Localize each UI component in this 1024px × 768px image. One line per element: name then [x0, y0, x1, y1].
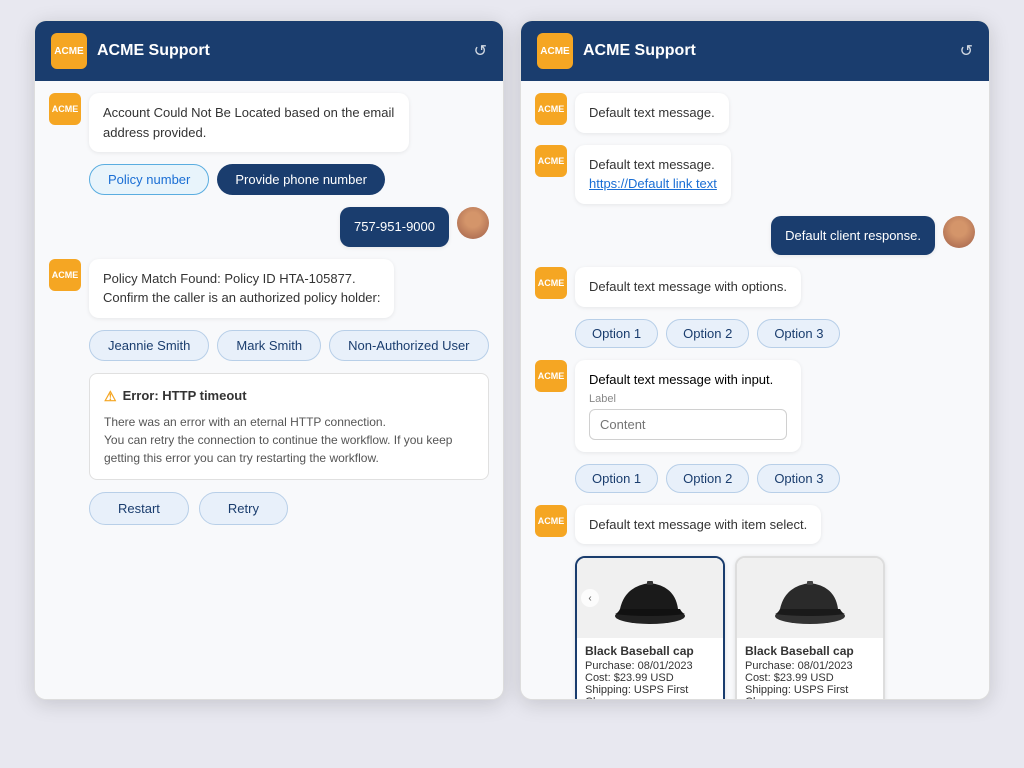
right-agent-avatar-3: ACME [535, 267, 567, 299]
agent-avatar-1: ACME [49, 93, 81, 125]
option1-btn-2[interactable]: Option 1 [575, 464, 658, 493]
mark-smith-button[interactable]: Mark Smith [217, 330, 321, 361]
user-avatar-1 [457, 207, 489, 239]
item-info-2: Black Baseball cap Purchase: 08/01/2023 … [737, 638, 883, 699]
item-select-row: ‹ Black Baseball cap Purchase: 08/01/202… [575, 556, 975, 699]
warning-icon: ⚠ [104, 386, 117, 407]
right-chat-window: ACME ACME Support ↺ ACME Default text me… [520, 20, 990, 700]
action-buttons: Restart Retry [89, 492, 489, 525]
phone-btn-row: Policy number Provide phone number [89, 164, 489, 195]
right-msg-2: ACME Default text message. https://Defau… [535, 145, 975, 204]
right-agent-avatar-2: ACME [535, 145, 567, 177]
left-logo: ACME [51, 33, 87, 69]
policy-message-row: ACME Policy Match Found: Policy ID HTA-1… [49, 259, 489, 318]
option2-btn[interactable]: Option 2 [666, 319, 749, 348]
retry-button[interactable]: Retry [199, 492, 288, 525]
content-input[interactable] [589, 409, 787, 440]
agent-avatar-2: ACME [49, 259, 81, 291]
input-card: Default text message with input. Label [575, 360, 801, 452]
right-title: ACME Support [583, 42, 950, 60]
cap-image-2 [770, 571, 850, 626]
agent-bubble-1: Account Could Not Be Located based on th… [89, 93, 409, 152]
right-msg-items: ACME Default text message with item sele… [535, 505, 975, 545]
left-title: ACME Support [97, 42, 464, 60]
right-msg-input: ACME Default text message with input. La… [535, 360, 975, 452]
user-phone-message: 757-951-9000 [49, 207, 489, 247]
item-img-1: ‹ [577, 558, 723, 638]
carousel-left-arrow[interactable]: ‹ [581, 589, 599, 607]
right-bubble-1: Default text message. [575, 93, 729, 133]
right-agent-avatar-5: ACME [535, 505, 567, 537]
left-chat-window: ACME ACME Support ↺ ACME Account Could N… [34, 20, 504, 700]
right-chat-body: ACME Default text message. ACME Default … [521, 81, 989, 699]
policy-number-button[interactable]: Policy number [89, 164, 209, 195]
right-logo: ACME [537, 33, 573, 69]
right-user-msg: Default client response. [535, 216, 975, 256]
option1-btn[interactable]: Option 1 [575, 319, 658, 348]
left-header: ACME ACME Support ↺ [35, 21, 503, 81]
right-msg-1: ACME Default text message. [535, 93, 975, 133]
non-authorized-button[interactable]: Non-Authorized User [329, 330, 488, 361]
provide-phone-button[interactable]: Provide phone number [217, 164, 385, 195]
left-refresh-icon[interactable]: ↺ [474, 41, 487, 61]
right-user-avatar [943, 216, 975, 248]
jeannie-smith-button[interactable]: Jeannie Smith [89, 330, 209, 361]
restart-button[interactable]: Restart [89, 492, 189, 525]
input-card-title: Default text message with input. [589, 372, 787, 387]
cap-image-1 [610, 571, 690, 626]
error-description: There was an error with an eternal HTTP … [104, 413, 474, 467]
right-agent-avatar-1: ACME [535, 93, 567, 125]
page-wrapper: ACME ACME Support ↺ ACME Account Could N… [0, 0, 1024, 768]
options-row-2: Option 1 Option 2 Option 3 [575, 464, 975, 493]
item-card-2[interactable]: Black Baseball cap Purchase: 08/01/2023 … [735, 556, 885, 699]
right-user-bubble: Default client response. [771, 216, 935, 256]
right-refresh-icon[interactable]: ↺ [960, 41, 973, 61]
right-bubble-items: Default text message with item select. [575, 505, 821, 545]
input-label: Label [589, 393, 787, 405]
policy-buttons: Jeannie Smith Mark Smith Non-Authorized … [89, 330, 489, 361]
right-agent-avatar-4: ACME [535, 360, 567, 392]
default-link[interactable]: https://Default link text [589, 176, 717, 191]
option2-btn-2[interactable]: Option 2 [666, 464, 749, 493]
option3-btn-2[interactable]: Option 3 [757, 464, 840, 493]
option3-btn[interactable]: Option 3 [757, 319, 840, 348]
right-bubble-options: Default text message with options. [575, 267, 801, 307]
policy-bubble: Policy Match Found: Policy ID HTA-105877… [89, 259, 394, 318]
item-card-1[interactable]: ‹ Black Baseball cap Purchase: 08/01/202… [575, 556, 725, 699]
right-bubble-2: Default text message. https://Default li… [575, 145, 731, 204]
agent-message-1: ACME Account Could Not Be Located based … [49, 93, 489, 152]
item-img-2 [737, 558, 883, 638]
right-header: ACME ACME Support ↺ [521, 21, 989, 81]
item-info-1: Black Baseball cap Purchase: 08/01/2023 … [577, 638, 723, 699]
right-msg-options: ACME Default text message with options. [535, 267, 975, 307]
left-chat-body: ACME Account Could Not Be Located based … [35, 81, 503, 699]
error-title: ⚠ Error: HTTP timeout [104, 386, 474, 407]
error-card: ⚠ Error: HTTP timeout There was an error… [89, 373, 489, 480]
options-row-1: Option 1 Option 2 Option 3 [575, 319, 975, 348]
phone-response-bubble: 757-951-9000 [340, 207, 449, 247]
